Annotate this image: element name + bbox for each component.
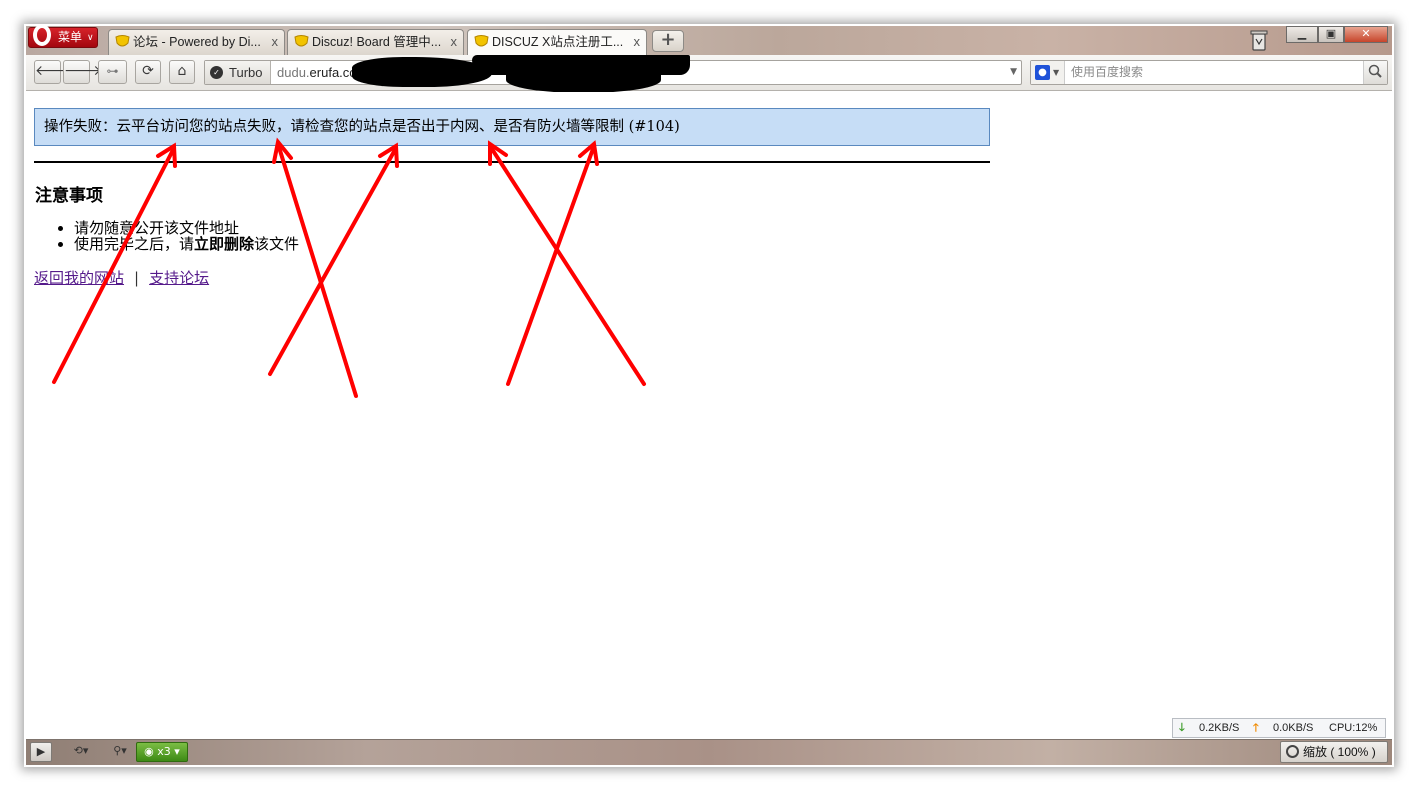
network-icon: ⚲▾ [113, 744, 127, 757]
upload-arrow-icon: 🡑 [1253, 722, 1259, 734]
close-window-button[interactable]: ✕ [1344, 26, 1388, 43]
chevron-down-icon: ▼ [1053, 68, 1060, 77]
zoom-level: 缩放 ( 100% ) [1303, 745, 1376, 759]
tab-close-icon[interactable]: x [272, 30, 279, 54]
chevron-down-icon[interactable]: ▼ [1010, 61, 1017, 84]
status-bar: ▶ ⟲▾ ⚲▾ ◉ x3 ▾ 缩放 ( 100% ) [26, 739, 1392, 765]
sync-button[interactable]: ⟲▾ [64, 742, 98, 762]
wand-password-button[interactable]: ⊶ [98, 60, 127, 84]
browser-window: 菜单 ∨ 论坛 - Powered by Di... x Discuz! Boa… [26, 26, 1392, 765]
tab-title: 论坛 - Powered by Di... [133, 35, 261, 49]
reload-button[interactable]: ⟳ [135, 60, 161, 84]
sync-icon: ⟲▾ [73, 744, 89, 757]
tab-close-icon[interactable]: x [451, 30, 458, 54]
unite-button[interactable]: ⚲▾ [106, 742, 134, 762]
restore-button[interactable]: ▣ [1318, 26, 1344, 43]
arrow-right-icon: 🡒 [64, 63, 102, 79]
menu-label: 菜单 [58, 30, 83, 44]
annotation-arrows [52, 137, 646, 398]
download-speed: 0.2KB/S [1199, 722, 1240, 734]
annotation-arrow [276, 142, 358, 398]
reload-icon: ⟳ [142, 63, 154, 79]
minimize-button[interactable]: ▁ [1286, 26, 1318, 43]
new-tab-button[interactable]: + [652, 30, 684, 52]
turbo-icon: ◉ [144, 745, 154, 758]
download-arrow-icon: 🡓 [1179, 722, 1185, 734]
tab-forum[interactable]: 论坛 - Powered by Di... x [108, 29, 285, 55]
discuz-favicon-icon [474, 35, 489, 47]
search-placeholder: 使用百度搜索 [1071, 65, 1144, 79]
annotation-arrow [52, 146, 176, 384]
back-button[interactable]: 🡐 [34, 60, 73, 84]
turbo-status-button[interactable]: ◉ x3 ▾ [136, 742, 188, 762]
tab-strip: 菜单 ∨ 论坛 - Powered by Di... x Discuz! Boa… [26, 26, 1392, 55]
panel-icon: ▶ [36, 745, 46, 758]
discuz-favicon-icon [115, 35, 130, 47]
redaction-mark [352, 57, 492, 87]
tab-title: DISCUZ X站点注册工... [492, 35, 624, 49]
tab-board-admin[interactable]: Discuz! Board 管理中... x [287, 29, 464, 55]
home-icon: ⌂ [177, 63, 187, 79]
zoom-control[interactable]: 缩放 ( 100% ) [1280, 741, 1388, 763]
annotation-arrow [506, 144, 596, 386]
chevron-down-icon: ▾ [174, 745, 180, 758]
annotation-arrow [488, 144, 646, 386]
opera-menu-button[interactable]: 菜单 ∨ [28, 26, 98, 48]
discuz-favicon-icon [294, 35, 309, 47]
home-button[interactable]: ⌂ [169, 60, 195, 84]
search-box[interactable]: ● ▼ 使用百度搜索 [1030, 60, 1388, 85]
opera-logo-icon [33, 26, 51, 46]
turbo-icon: ✓ [210, 66, 223, 79]
baidu-paw-icon: ● [1035, 65, 1050, 80]
transfer-status: 🡓 0.2KB/S 🡑 0.0KB/S CPU:12% [1172, 718, 1386, 738]
turbo-label: Turbo [229, 65, 263, 80]
search-icon [1368, 64, 1382, 78]
tab-register-tool[interactable]: DISCUZ X站点注册工... x [467, 29, 647, 55]
panel-toggle-button[interactable]: ▶ [30, 742, 52, 762]
turbo-count: x3 [157, 745, 171, 758]
cpu-usage: CPU:12% [1329, 722, 1378, 734]
chevron-down-icon: ∨ [87, 32, 94, 42]
url-text: dudu.erufa.co [277, 65, 357, 80]
tab-title: Discuz! Board 管理中... [312, 35, 442, 49]
upload-speed: 0.0KB/S [1273, 722, 1314, 734]
tab-close-icon[interactable]: x [634, 30, 641, 54]
redaction-mark [506, 67, 661, 93]
zoom-icon [1286, 745, 1299, 758]
navigation-bar: 🡐 🡒 ⊶ ⟳ ⌂ ✓ Turbo dudu.erufa.co ▼ ● ▼ 使用… [26, 55, 1392, 93]
search-go-button[interactable] [1363, 61, 1387, 84]
forward-button[interactable]: 🡒 [63, 60, 102, 84]
key-icon: ⊶ [106, 64, 119, 78]
search-engine-selector[interactable]: ● ▼ [1031, 61, 1065, 84]
turbo-button[interactable]: ✓ Turbo [205, 61, 271, 84]
page-content: 操作失败：云平台访问您的站点失败，请检查您的站点是否出于内网、是否有防火墙等限制… [26, 92, 1392, 739]
trash-icon[interactable] [1250, 29, 1268, 51]
